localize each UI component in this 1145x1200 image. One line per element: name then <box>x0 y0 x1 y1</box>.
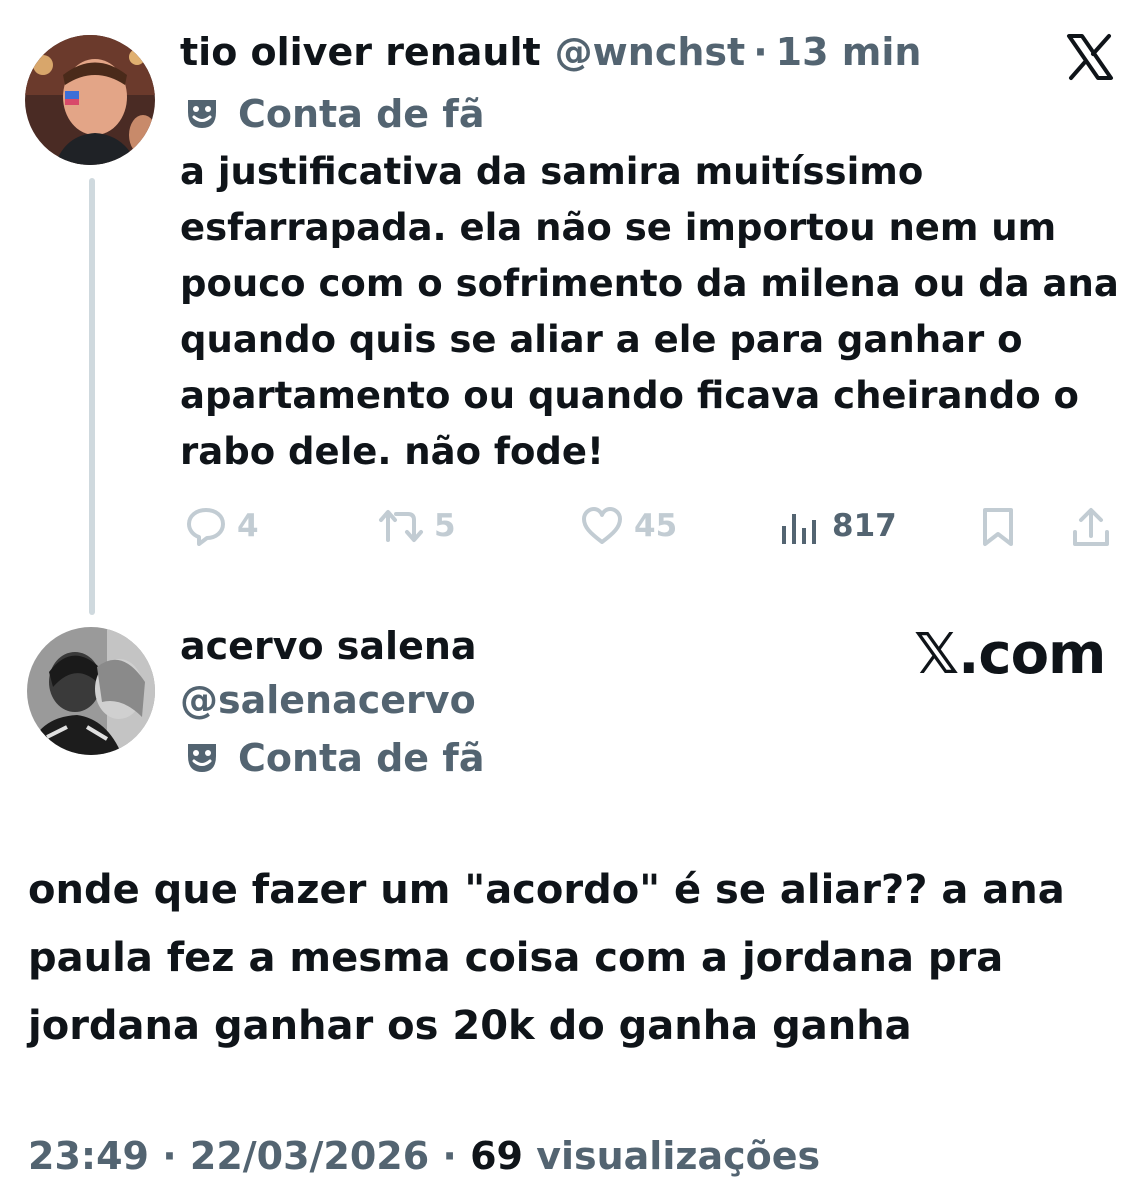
theater-masks-icon <box>184 740 220 776</box>
like-count: 45 <box>634 508 678 544</box>
avatar-acervo-salena[interactable] <box>27 627 155 755</box>
x-com-brand: 𝕏.com <box>914 622 1106 687</box>
thread-connector-line <box>89 178 95 615</box>
time-ago[interactable]: 13 min <box>776 30 922 74</box>
badge-label: Conta de fã <box>238 92 485 136</box>
tweet-text: onde que fazer um "acordo" é se aliar?? … <box>28 867 1065 1049</box>
bookmark-button[interactable] <box>980 506 1016 552</box>
fan-account-badge: Conta de fã <box>184 736 484 780</box>
heart-icon <box>582 507 622 544</box>
tweet-date[interactable]: 22/03/2026 <box>190 1134 429 1178</box>
tweet-time[interactable]: 23:49 <box>28 1134 149 1178</box>
views-label: visualizações <box>536 1134 821 1178</box>
tweet-text: a justificativa da samira muitíssimo esf… <box>180 150 1119 473</box>
footer-separator: · <box>162 1134 177 1178</box>
footer-separator: · <box>442 1134 457 1178</box>
share-icon <box>1073 508 1109 546</box>
views-count: 69 <box>470 1134 523 1178</box>
author-name[interactable]: acervo salena <box>180 624 477 668</box>
reply-count: 4 <box>237 508 259 544</box>
views-count: 817 <box>832 508 897 544</box>
author-name[interactable]: tio oliver renault <box>180 30 541 74</box>
views-bar-icon <box>782 514 816 544</box>
tweet-footer: 23:49 · 22/03/2026 · 69 visualizações <box>28 1134 820 1178</box>
reply-button[interactable]: 4 <box>185 506 259 546</box>
header-separator: · <box>753 30 768 74</box>
repost-icon <box>379 510 423 542</box>
repost-button[interactable]: 5 <box>378 506 456 546</box>
reply-icon <box>187 508 225 546</box>
x-logo-icon[interactable] <box>1065 32 1115 82</box>
author-handle[interactable]: @wnchst <box>555 30 746 74</box>
like-button[interactable]: 45 <box>580 506 677 546</box>
fan-account-badge: Conta de fã <box>184 92 484 136</box>
share-button[interactable] <box>1070 506 1112 552</box>
bookmark-icon <box>983 508 1013 546</box>
tweet-header: tio oliver renault @wnchst · 13 min <box>180 30 921 74</box>
views-button[interactable]: 817 <box>778 506 897 546</box>
badge-label: Conta de fã <box>238 736 485 780</box>
repost-count: 5 <box>434 508 456 544</box>
avatar-tio-oliver[interactable] <box>25 35 155 165</box>
author-handle[interactable]: @salenacervo <box>180 678 476 722</box>
theater-masks-icon <box>184 96 220 132</box>
